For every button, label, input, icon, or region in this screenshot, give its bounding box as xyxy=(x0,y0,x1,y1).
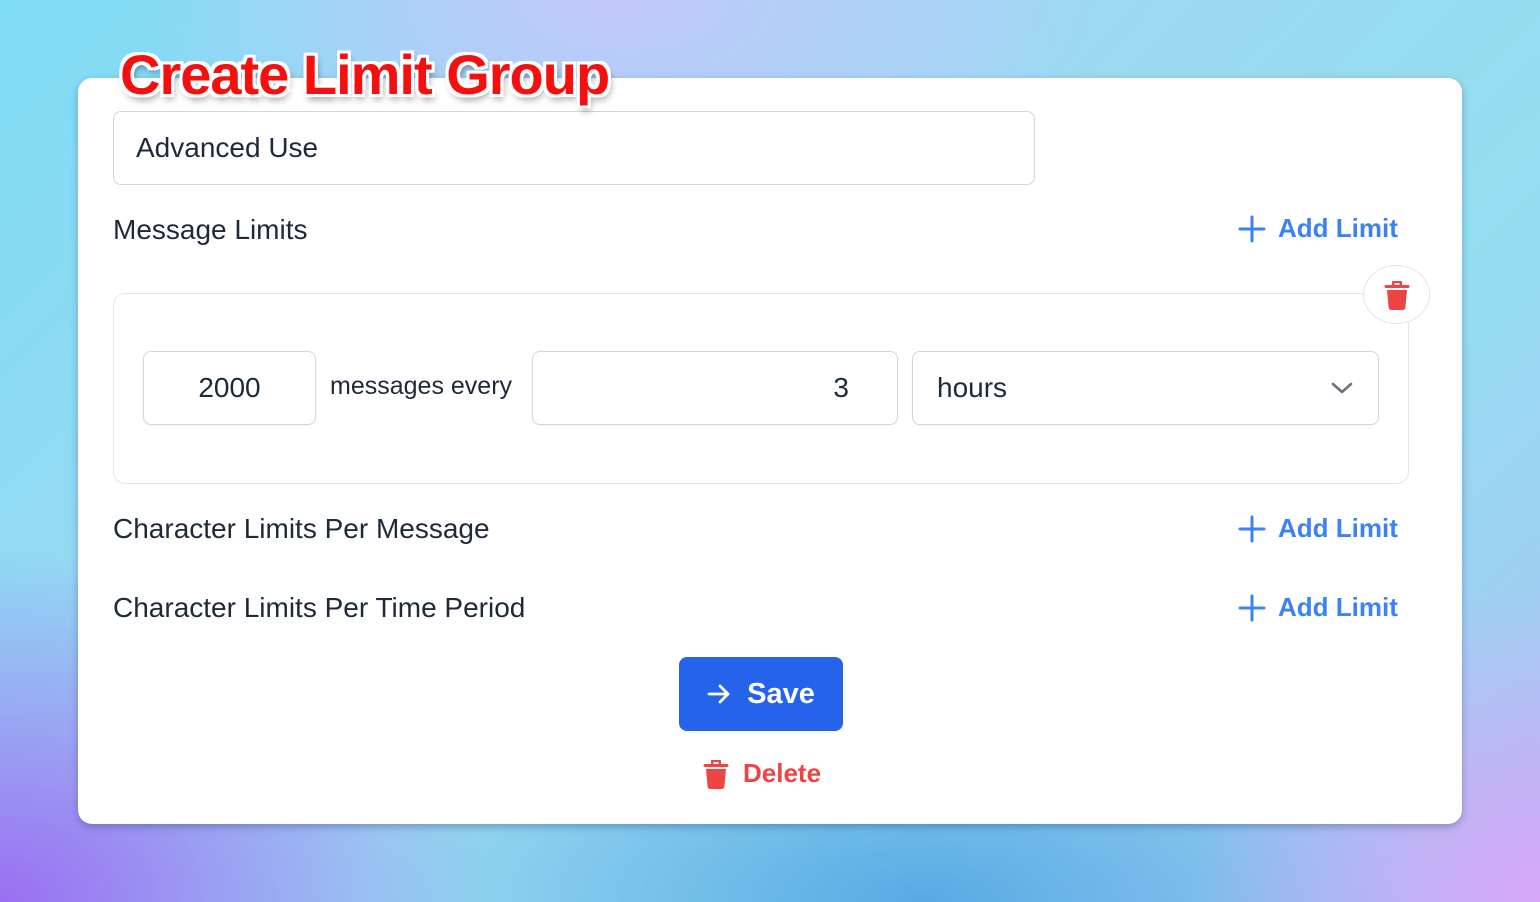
save-label: Save xyxy=(747,677,815,710)
add-char-per-message-limit-button[interactable]: Add Limit xyxy=(1238,513,1398,544)
add-message-limit-button[interactable]: Add Limit xyxy=(1238,213,1398,244)
page-title: Create Limit Group xyxy=(120,43,610,106)
unit-value: hours xyxy=(937,372,1008,403)
add-char-per-period-limit-button[interactable]: Add Limit xyxy=(1238,592,1398,623)
period-input[interactable]: 3 xyxy=(532,351,898,425)
add-limit-label: Add Limit xyxy=(1278,213,1398,243)
message-count-value: 2000 xyxy=(198,372,261,403)
period-value: 3 xyxy=(833,372,849,403)
remove-limit-button[interactable] xyxy=(1363,265,1430,324)
delete-button[interactable]: Delete xyxy=(703,758,821,789)
trash-icon xyxy=(1384,280,1409,310)
trash-icon xyxy=(703,759,729,789)
plus-icon xyxy=(1238,594,1266,621)
chevron-down-icon xyxy=(1331,382,1353,394)
section-label-char-per-period: Character Limits Per Time Period xyxy=(113,592,526,623)
add-limit-label: Add Limit xyxy=(1278,592,1398,622)
section-label-char-per-message: Character Limits Per Message xyxy=(113,513,490,544)
group-name-input[interactable] xyxy=(113,111,1035,185)
plus-icon xyxy=(1238,515,1266,542)
delete-label: Delete xyxy=(743,758,822,788)
plus-icon xyxy=(1238,215,1266,242)
messages-every-label: messages every xyxy=(330,372,513,400)
arrow-right-icon xyxy=(707,684,730,704)
message-count-input[interactable]: 2000 xyxy=(143,351,316,425)
add-limit-label: Add Limit xyxy=(1278,513,1398,543)
unit-select[interactable]: hours xyxy=(912,351,1379,425)
section-label-message-limits: Message Limits xyxy=(113,214,308,245)
save-button[interactable]: Save xyxy=(679,657,843,731)
